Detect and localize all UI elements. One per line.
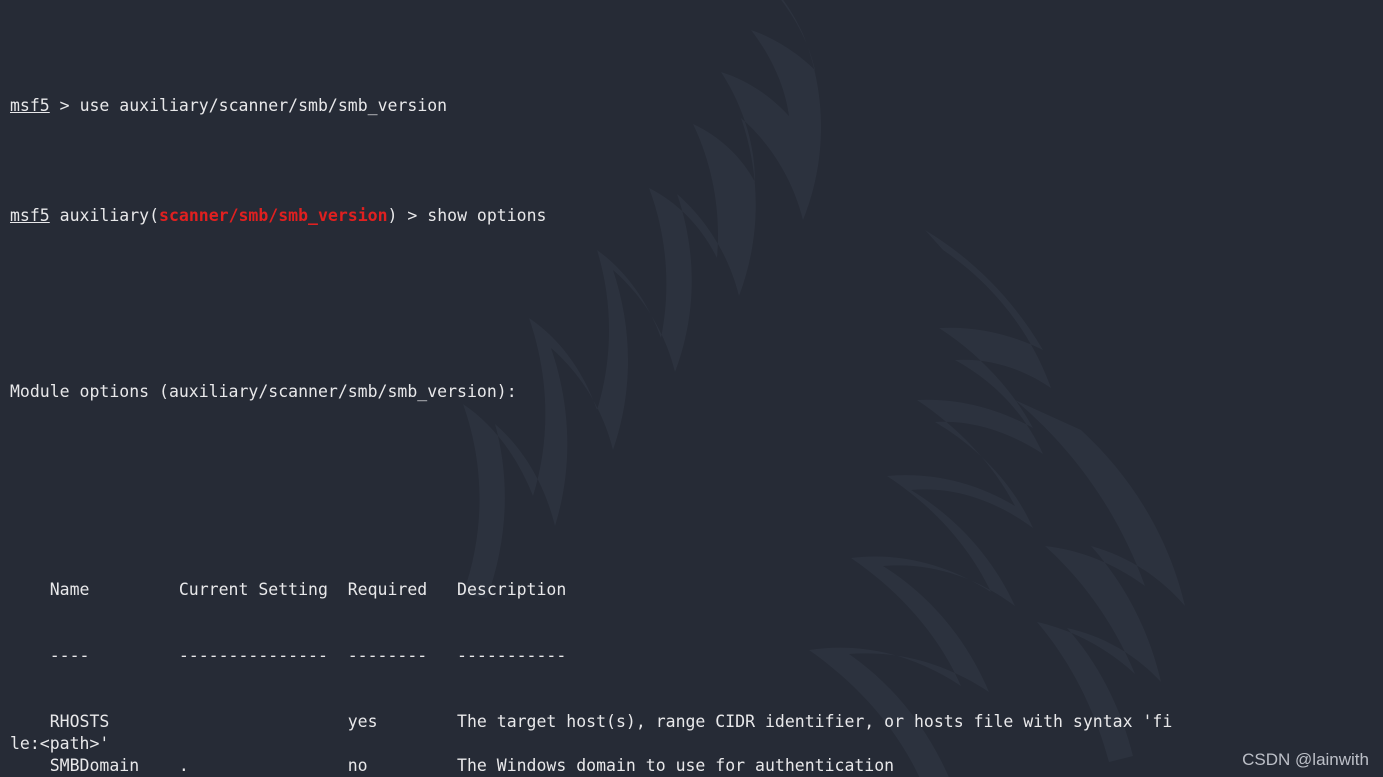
options-table-row-wrap: le:<path>' <box>10 734 110 753</box>
command-show-options: show options <box>427 206 547 225</box>
command-use: use auxiliary/scanner/smb/smb_version <box>79 96 448 115</box>
csdn-watermark: CSDN @lainwith <box>1242 750 1369 769</box>
options-table-row: RHOSTS yes The target host(s), range CID… <box>10 712 1173 731</box>
options-table-body: RHOSTS yes The target host(s), range CID… <box>10 711 1383 777</box>
prompt-suffix: > <box>49 96 80 115</box>
prompt-line-show-options: msf5 auxiliary(scanner/smb/smb_version) … <box>10 205 1383 227</box>
terminal-window[interactable]: msf5 > use auxiliary/scanner/smb/smb_ver… <box>0 0 1383 777</box>
module-options-heading: Module options (auxiliary/scanner/smb/sm… <box>10 382 517 401</box>
prompt-wrapper-close: ) > <box>387 206 428 225</box>
terminal-screen: msf5 > use auxiliary/scanner/smb/smb_ver… <box>0 0 1383 777</box>
prompt-wrapper-open: auxiliary( <box>49 206 160 225</box>
module-path: scanner/smb/smb_version <box>159 206 388 225</box>
prompt-host: msf5 <box>10 206 50 225</box>
prompt-host: msf5 <box>10 96 50 115</box>
options-table-header: Name Current Setting Required Descriptio… <box>10 580 567 599</box>
options-table-header-rule: ---- --------------- -------- ----------… <box>10 646 567 665</box>
options-table-row: SMBDomain . no The Windows domain to use… <box>10 756 895 775</box>
prompt-line-use: msf5 > use auxiliary/scanner/smb/smb_ver… <box>10 95 1383 117</box>
